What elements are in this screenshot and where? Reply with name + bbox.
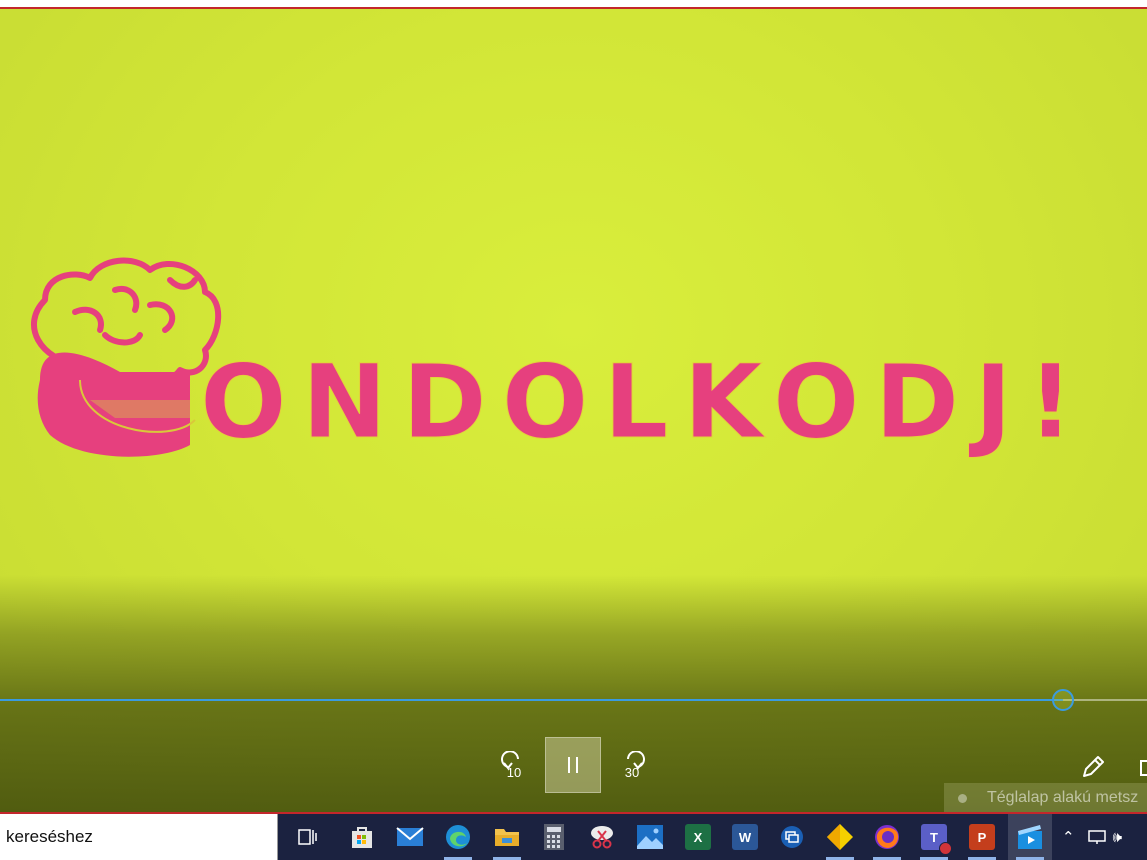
teams-button[interactable]: T: [912, 814, 956, 860]
movies-tv-button[interactable]: [1008, 814, 1052, 860]
firefox-button[interactable]: [865, 814, 909, 860]
video-player[interactable]: ONDOLKODJ! 10 30: [0, 0, 1147, 812]
edge-icon: [446, 825, 470, 849]
fullscreen-icon[interactable]: [1140, 760, 1147, 776]
skip-forward-button[interactable]: 30: [604, 737, 660, 793]
skip-back-label: 10: [506, 765, 522, 780]
file-explorer-icon: [495, 829, 519, 846]
teams-label: T: [930, 829, 938, 845]
seek-progress: [0, 699, 1064, 701]
window-top-edge: [0, 0, 1147, 9]
store-icon: [352, 827, 372, 848]
photos-icon: [637, 825, 663, 849]
tooltip-text: Téglalap alakú metsz: [987, 789, 1139, 806]
store-button[interactable]: [340, 814, 384, 860]
logo-wordmark: ONDOLKODJ!: [200, 343, 1089, 462]
busy-status-icon: [939, 842, 952, 855]
task-view-icon: [298, 829, 317, 845]
excel-button[interactable]: X: [676, 814, 720, 860]
powerpoint-button[interactable]: P: [960, 814, 1004, 860]
remote-desktop-icon: [781, 826, 803, 848]
tooltip-bullet-icon: [958, 793, 967, 803]
tray-chevron-up-icon[interactable]: ⌃: [1062, 828, 1075, 846]
firefox-icon: [875, 825, 899, 849]
word-button[interactable]: W: [723, 814, 767, 860]
seek-bar[interactable]: [0, 689, 1147, 711]
mail-icon: [396, 827, 424, 846]
snipping-tool-icon: [591, 826, 613, 849]
pause-button[interactable]: [545, 737, 601, 793]
skip-back-button[interactable]: 10: [486, 737, 542, 793]
pen-icon[interactable]: [1080, 754, 1106, 780]
volume-icon[interactable]: 🕪: [1113, 829, 1122, 846]
diamond-app-icon: [827, 824, 853, 850]
task-view-button[interactable]: [286, 814, 330, 860]
movies-tv-icon: [1018, 825, 1042, 849]
remote-desktop-button[interactable]: [770, 814, 814, 860]
calculator-icon: [544, 824, 564, 850]
powerpoint-icon: P: [969, 824, 995, 850]
file-explorer-button[interactable]: [485, 814, 529, 860]
network-icon[interactable]: [1087, 829, 1107, 845]
taskbar-search-box[interactable]: kereséshez: [0, 814, 278, 860]
mail-button[interactable]: [388, 814, 432, 860]
teams-icon: T: [921, 824, 952, 855]
calculator-button[interactable]: [532, 814, 576, 860]
snipping-tool-button[interactable]: [580, 814, 624, 860]
word-icon: W: [732, 824, 758, 850]
pause-icon: [568, 757, 578, 773]
photos-button[interactable]: [628, 814, 672, 860]
skip-forward-label: 30: [624, 765, 640, 780]
search-text: kereséshez: [6, 827, 93, 846]
system-tray: ⌃ 🕪: [1062, 814, 1122, 860]
tooltip: Téglalap alakú metsz: [944, 783, 1147, 813]
excel-icon: X: [685, 824, 711, 850]
edge-button[interactable]: [436, 814, 480, 860]
taskbar: kereséshez X W T P ⌃ 🕪: [0, 812, 1147, 860]
diamond-app-button[interactable]: [818, 814, 862, 860]
